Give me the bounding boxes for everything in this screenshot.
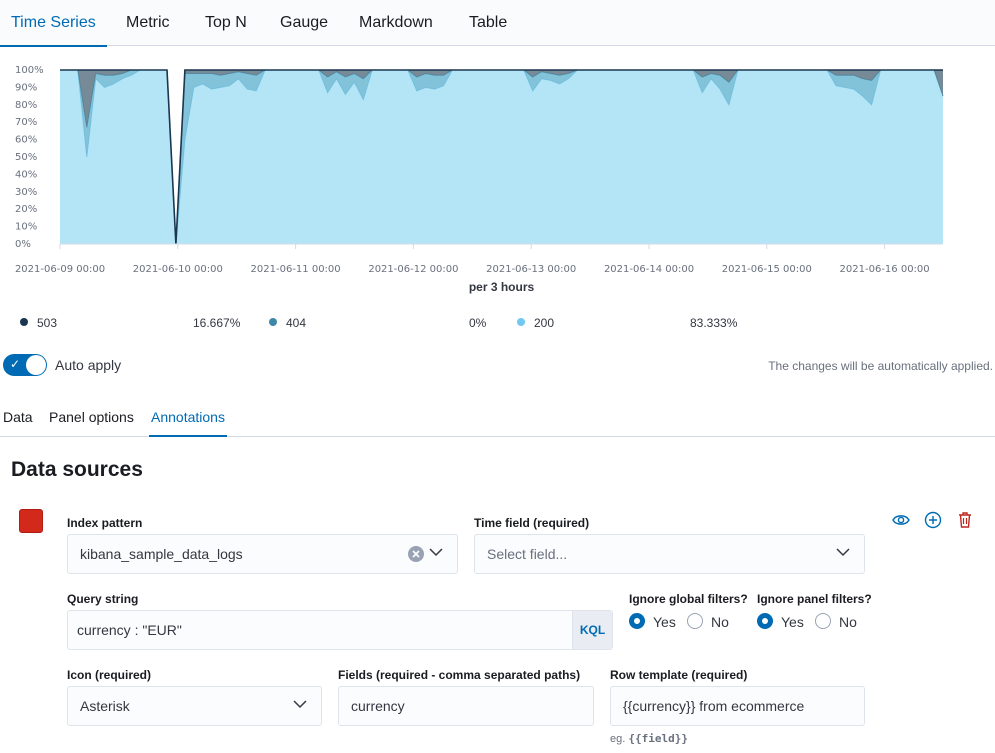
legend-label-200[interactable]: 200 <box>534 316 554 330</box>
y-tick-label: 100% <box>15 65 44 76</box>
tab-panel-options[interactable]: Panel options <box>49 409 134 425</box>
fields-label: Fields (required - comma separated paths… <box>338 668 581 682</box>
tab-data[interactable]: Data <box>3 409 33 425</box>
y-tick-label: 60% <box>15 135 37 146</box>
ignore-panel-no-radio[interactable] <box>815 613 831 629</box>
tab-markdown[interactable]: Markdown <box>359 0 433 46</box>
chevron-down-icon <box>293 700 307 709</box>
annotation-color-picker[interactable] <box>19 509 43 533</box>
ignore-global-filters-label: Ignore global filters? <box>629 592 748 606</box>
legend-label-503[interactable]: 503 <box>37 316 57 330</box>
toggle-knob <box>26 355 46 375</box>
y-tick-label: 90% <box>15 82 37 93</box>
icon-select-value: Asterisk <box>80 698 130 714</box>
row-template-input[interactable]: {{currency}} from ecommerce <box>610 686 865 726</box>
y-tick-label: 40% <box>15 169 37 180</box>
legend-dot-503 <box>20 318 28 326</box>
eye-icon[interactable] <box>892 511 910 529</box>
x-tick-label: 2021-06-09 00:00 <box>15 264 105 275</box>
y-tick-label: 70% <box>15 117 37 128</box>
auto-apply-toggle[interactable]: ✓ <box>3 354 47 376</box>
index-pattern-value: kibana_sample_data_logs <box>80 546 243 562</box>
row-template-value: {{currency}} from ecommerce <box>623 698 805 714</box>
x-tick-label: 2021-06-11 00:00 <box>251 264 341 275</box>
legend-value-503: 16.667% <box>193 316 241 330</box>
tab-top-n[interactable]: Top N <box>205 0 247 46</box>
x-tick-label: 2021-06-15 00:00 <box>722 264 812 275</box>
chevron-down-icon <box>836 548 850 557</box>
x-tick-label: 2021-06-10 00:00 <box>133 264 223 275</box>
y-axis-ticks: 100% 90% 80% 70% 60% 50% 40% 30% 20% 10% 0% <box>15 65 44 250</box>
legend-value-200: 83.333% <box>690 316 738 330</box>
legend-dot-200 <box>517 318 525 326</box>
y-tick-label: 20% <box>15 204 37 215</box>
legend-label-404[interactable]: 404 <box>286 316 306 330</box>
x-tick-label: 2021-06-16 00:00 <box>840 264 930 275</box>
y-tick-label: 30% <box>15 187 37 198</box>
trash-icon[interactable] <box>956 511 974 529</box>
x-tick-label: 2021-06-12 00:00 <box>368 264 458 275</box>
y-tick-label: 80% <box>15 100 37 111</box>
visualization-type-tabs: Time Series Metric Top N Gauge Markdown … <box>0 0 995 47</box>
query-string-value: currency : "EUR" <box>77 622 182 638</box>
tab-table[interactable]: Table <box>469 0 507 46</box>
ignore-global-yes-label: Yes <box>653 614 676 630</box>
query-string-input[interactable]: currency : "EUR" KQL <box>67 610 613 650</box>
clear-icon[interactable] <box>408 546 424 562</box>
fields-input[interactable]: currency <box>338 686 594 726</box>
hint-prefix: eg. <box>610 733 626 745</box>
chevron-down-icon[interactable] <box>429 545 443 559</box>
y-tick-label: 0% <box>15 239 31 250</box>
tab-time-series[interactable]: Time Series <box>0 0 107 47</box>
x-tick-label: 2021-06-13 00:00 <box>486 264 576 275</box>
check-icon: ✓ <box>10 357 21 371</box>
auto-apply-message: The changes will be automatically applie… <box>768 359 993 373</box>
ignore-panel-no-label: No <box>839 614 857 630</box>
ignore-global-yes-radio[interactable] <box>629 613 645 629</box>
index-pattern-label: Index pattern <box>67 516 143 530</box>
icon-label: Icon (required) <box>67 668 152 682</box>
chart-areas <box>60 69 944 245</box>
editor-tabs: Data Panel options Annotations <box>0 400 995 437</box>
query-language-switcher[interactable]: KQL <box>572 611 612 649</box>
time-series-chart[interactable]: 100% 90% 80% 70% 60% 50% 40% 30% 20% 10% 0% 2021-0… <box>0 50 995 300</box>
y-tick-label: 50% <box>15 152 37 163</box>
row-template-hint: eg. {{field}} <box>610 732 688 745</box>
tab-gauge[interactable]: Gauge <box>280 0 328 46</box>
legend-value-404: 0% <box>469 316 487 330</box>
x-tick-label: 2021-06-14 00:00 <box>604 264 694 275</box>
x-axis-label: per 3 hours <box>468 280 535 294</box>
fields-value: currency <box>351 698 405 714</box>
ignore-global-no-label: No <box>711 614 729 630</box>
legend-dot-404 <box>269 318 277 326</box>
icon-select[interactable]: Asterisk <box>67 686 322 726</box>
tab-metric[interactable]: Metric <box>126 0 170 46</box>
ignore-global-no-radio[interactable] <box>687 613 703 629</box>
add-icon[interactable] <box>924 511 942 529</box>
index-pattern-combobox[interactable]: kibana_sample_data_logs <box>67 534 458 574</box>
x-axis-ticks: 2021-06-09 00:00 2021-06-10 00:00 2021-06-… <box>15 243 943 275</box>
query-string-label: Query string <box>67 592 139 606</box>
ignore-panel-yes-radio[interactable] <box>757 613 773 629</box>
row-template-label: Row template (required) <box>610 668 748 682</box>
time-field-select[interactable]: Select field... <box>474 534 865 574</box>
y-tick-label: 10% <box>15 222 37 233</box>
time-field-placeholder: Select field... <box>487 546 568 562</box>
time-field-label: Time field (required) <box>474 516 590 530</box>
auto-apply-label: Auto apply <box>55 357 122 373</box>
section-title: Data sources <box>11 458 143 481</box>
ignore-panel-filters-label: Ignore panel filters? <box>757 592 872 606</box>
ignore-panel-yes-label: Yes <box>781 614 804 630</box>
tab-annotations[interactable]: Annotations <box>149 409 227 437</box>
hint-code: {{field}} <box>628 732 688 745</box>
